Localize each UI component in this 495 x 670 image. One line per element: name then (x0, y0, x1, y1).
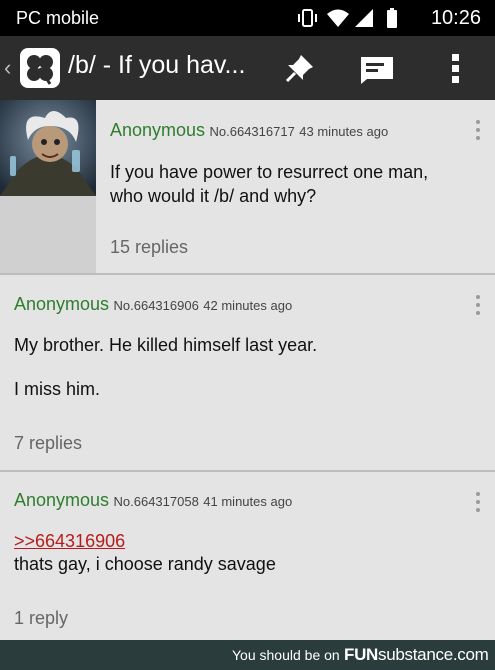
site-tld: .com (452, 645, 489, 664)
watermark-site: FUNsubstance.com (344, 645, 489, 665)
post-header: Anonymous No.664316906 42 minutes ago (14, 294, 292, 315)
post-line: I miss him. (14, 379, 101, 399)
watermark-footer: You should be on FUNsubstance.com (0, 640, 495, 670)
replies-count[interactable]: 15 replies (110, 237, 188, 258)
replies-count[interactable]: 1 reply (14, 608, 68, 629)
post-number[interactable]: No.664316906 (114, 298, 199, 313)
post-line: thats gay, i choose randy savage (14, 554, 276, 574)
post-overflow-icon[interactable] (475, 295, 481, 317)
op-post-body: Anonymous No.664316717 43 minutes ago If… (96, 100, 495, 273)
wifi-icon (327, 9, 349, 27)
thread-title: /b/ - If you hav... (68, 51, 246, 79)
post-line: who would it /b/ and why? (110, 186, 317, 206)
thumbnail-image[interactable] (0, 100, 96, 196)
poster-name: Anonymous (14, 490, 110, 510)
post-line: My brother. He killed himself last year. (14, 335, 318, 355)
more-icon[interactable] (438, 50, 474, 86)
quote-link-text[interactable]: >>664316906 (14, 531, 125, 551)
post-header: Anonymous No.664317058 41 minutes ago (14, 490, 292, 511)
op-post[interactable]: Anonymous No.664316717 43 minutes ago If… (0, 100, 495, 273)
back-chevron-icon[interactable]: ‹ (4, 55, 11, 81)
post-number[interactable]: No.664316717 (210, 124, 295, 139)
site-thin: substance (378, 645, 453, 664)
status-bar: PC mobile 10:26 (0, 0, 495, 36)
post-text: If you have power to resurrect one man, … (110, 160, 428, 208)
replies-count[interactable]: 7 replies (14, 433, 82, 454)
clover-logo-icon[interactable] (18, 46, 62, 90)
poster-name: Anonymous (110, 120, 206, 140)
clock: 10:26 (430, 7, 481, 29)
post-header: Anonymous No.664316717 43 minutes ago (110, 120, 388, 141)
post-time: 41 minutes ago (203, 494, 293, 509)
post-overflow-icon[interactable] (475, 492, 481, 514)
quote-link[interactable]: >>664316906 (14, 529, 125, 553)
poster-name: Anonymous (14, 294, 110, 314)
post-time: 42 minutes ago (203, 298, 293, 313)
reply-post[interactable]: Anonymous No.664317058 41 minutes ago >>… (0, 472, 495, 640)
status-icons (298, 8, 397, 28)
carrier-name: PC mobile (16, 8, 100, 28)
signal-icon (355, 9, 373, 27)
post-line: If you have power to resurrect one man, (110, 162, 429, 182)
action-bar: ‹ /b/ - If you hav... (0, 36, 495, 100)
pin-icon[interactable] (282, 50, 318, 86)
vibrate-icon (298, 9, 317, 27)
site-bold: FUN (344, 645, 379, 664)
post-time: 43 minutes ago (299, 124, 389, 139)
post-number[interactable]: No.664317058 (114, 494, 199, 509)
reply-post[interactable]: Anonymous No.664316906 42 minutes ago My… (0, 275, 495, 470)
thumbnail-gutter (0, 196, 96, 273)
watermark-message: You should be on (232, 647, 340, 663)
post-overflow-icon[interactable] (475, 120, 481, 142)
battery-icon (387, 8, 397, 28)
reply-icon[interactable] (358, 50, 394, 86)
